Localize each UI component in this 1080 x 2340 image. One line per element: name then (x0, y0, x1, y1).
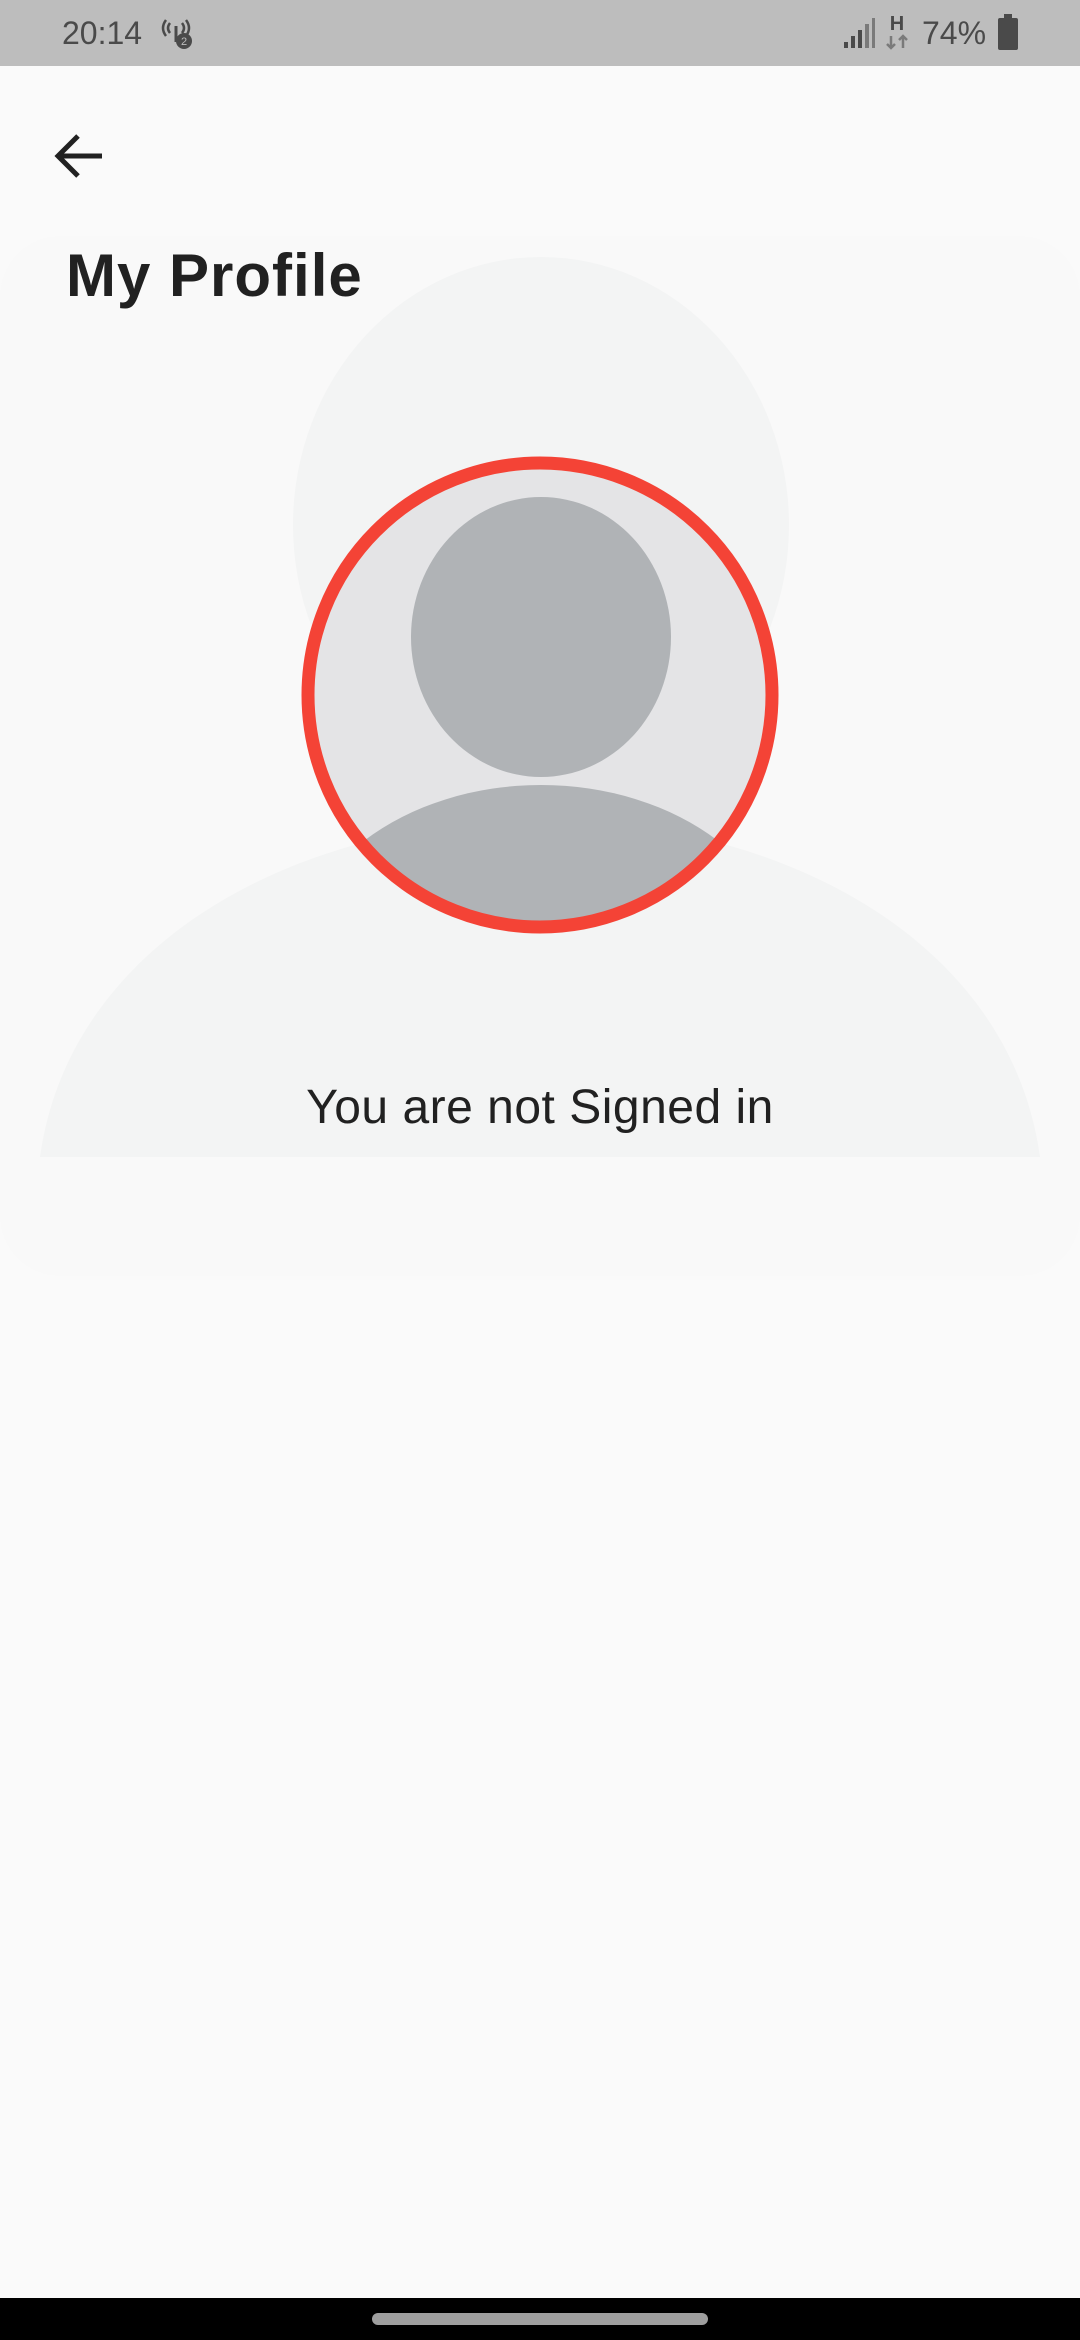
back-button[interactable] (44, 120, 116, 192)
navigation-bar (0, 2298, 1080, 2340)
default-avatar-icon[interactable] (300, 455, 780, 935)
home-indicator[interactable] (372, 2313, 708, 2325)
page-title: My Profile (66, 242, 363, 309)
arrow-back-icon (54, 134, 102, 178)
signin-status-text: You are not Signed in (306, 1081, 774, 1134)
